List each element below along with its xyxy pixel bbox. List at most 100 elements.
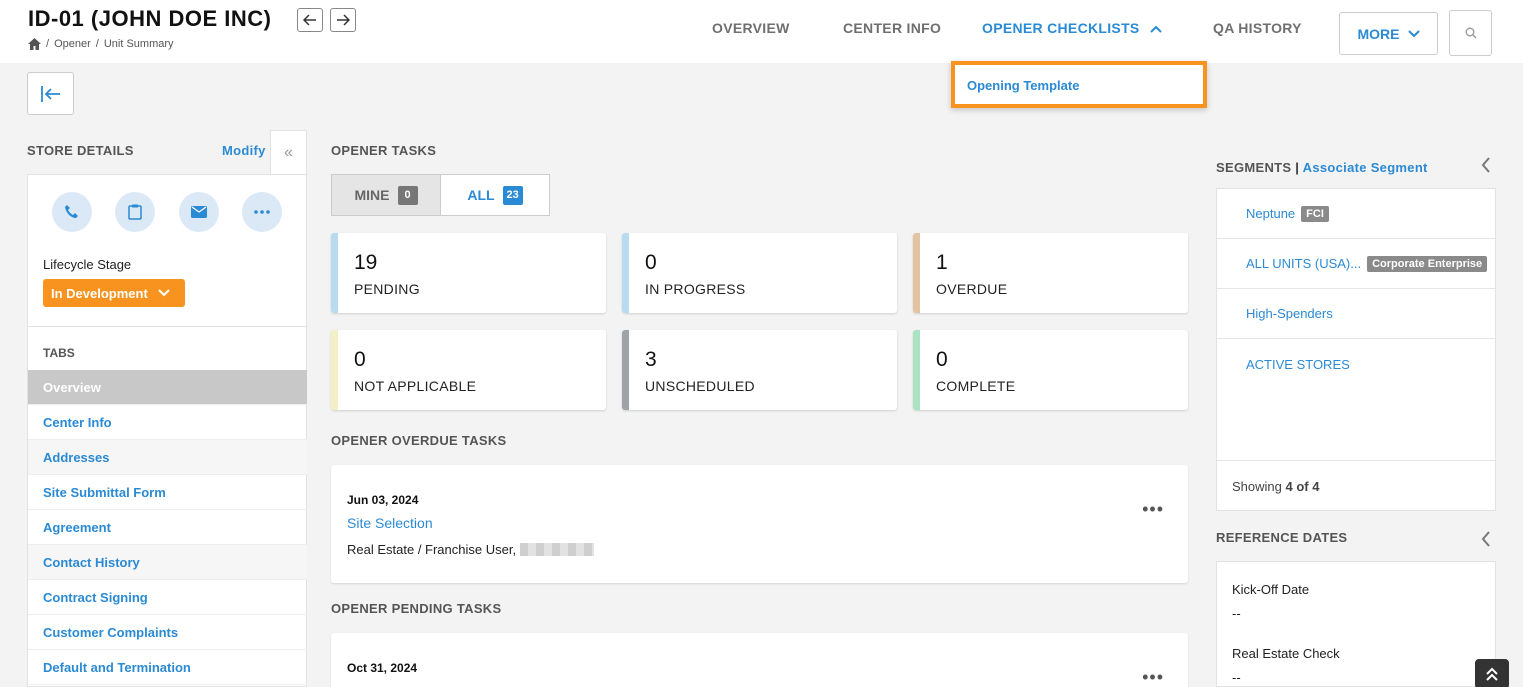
reference-date-value: -- <box>1232 606 1241 621</box>
stat-label: NOT APPLICABLE <box>354 378 477 394</box>
task-filter-toggle: MINE 0 ALL 23 <box>331 174 550 216</box>
search-icon <box>1465 27 1476 39</box>
next-record-button[interactable] <box>330 8 356 32</box>
collapse-store-details-button[interactable]: « <box>270 130 307 174</box>
lifecycle-stage-dropdown[interactable]: In Development <box>43 279 185 307</box>
stat-value: 19 <box>354 251 378 274</box>
tab-qa-history[interactable]: QA HISTORY <box>1213 20 1302 36</box>
segment-tag: Corporate Enterprise <box>1367 255 1488 272</box>
collapse-sidebar-button[interactable] <box>27 72 74 115</box>
filter-mine-label: MINE <box>354 187 390 203</box>
segments-count-value: 4 of 4 <box>1285 478 1320 494</box>
reference-dates-title: REFERENCE DATES <box>1216 530 1348 545</box>
tab-opener-checklists[interactable]: OPENER CHECKLISTS <box>982 20 1162 36</box>
stat-color-bar <box>331 330 338 410</box>
tabs-label: TABS <box>43 346 75 360</box>
segment-name-link[interactable]: Neptune <box>1246 206 1295 221</box>
opener-tasks-title: OPENER TASKS <box>331 143 437 158</box>
segment-name-link[interactable]: ALL UNITS (USA)... <box>1246 256 1361 271</box>
divider <box>28 326 306 327</box>
segment-name-link[interactable]: High-Spenders <box>1246 306 1333 321</box>
arrow-left-icon <box>303 14 316 26</box>
task-title-link[interactable]: Site Selection <box>347 515 433 531</box>
store-details-title: STORE DETAILS <box>27 143 134 158</box>
mail-icon <box>191 206 207 218</box>
collapse-segments-button[interactable] <box>1481 157 1491 178</box>
segment-row: ACTIVE STORES <box>1217 339 1495 389</box>
lifecycle-stage-label: Lifecycle Stage <box>43 257 132 272</box>
dropdown-item-opening-template[interactable]: Opening Template <box>967 78 1079 93</box>
sidebar-item-contact-history[interactable]: Contact History <box>28 545 307 580</box>
stat-card-not-applicable[interactable]: 0 NOT APPLICABLE <box>331 330 606 410</box>
modify-link[interactable]: Modify <box>222 143 266 158</box>
sidebar-item-agreement[interactable]: Agreement <box>28 510 307 545</box>
call-button[interactable] <box>52 192 92 232</box>
clipboard-icon <box>128 204 142 220</box>
sidebar-item-customer-complaints[interactable]: Customer Complaints <box>28 615 307 650</box>
scroll-to-top-button[interactable] <box>1475 659 1509 687</box>
segment-row: Neptune FCI <box>1217 189 1495 239</box>
reference-date-value: -- <box>1232 670 1241 685</box>
sidebar-item-addresses[interactable]: Addresses <box>28 440 307 475</box>
stat-label: PENDING <box>354 281 420 297</box>
stat-card-overdue[interactable]: 1 OVERDUE <box>913 233 1188 313</box>
page-title: ID-01 (JOHN DOE INC) <box>28 6 272 31</box>
chevron-left-icon <box>1481 531 1490 547</box>
sidebar-item-site-submittal-form[interactable]: Site Submittal Form <box>28 475 307 510</box>
tab-opener-checklists-label: OPENER CHECKLISTS <box>982 20 1140 36</box>
chevron-down-icon <box>158 289 170 297</box>
segment-tag: FCI <box>1301 205 1329 222</box>
filter-mine-button[interactable]: MINE 0 <box>332 175 441 215</box>
segments-count-prefix: Showing <box>1232 478 1282 494</box>
task-options-icon[interactable]: ••• <box>1142 499 1164 520</box>
collapse-reference-dates-button[interactable] <box>1481 531 1491 552</box>
stat-value: 0 <box>645 251 657 274</box>
search-button[interactable] <box>1449 10 1492 56</box>
task-options-icon[interactable]: ••• <box>1142 667 1164 687</box>
breadcrumb-opener[interactable]: Opener <box>54 38 91 50</box>
sidebar-item-center-info[interactable]: Center Info <box>28 405 307 440</box>
pending-tasks-title: OPENER PENDING TASKS <box>331 601 502 616</box>
sidebar-item-overview[interactable]: Overview <box>28 370 307 405</box>
arrow-right-icon <box>337 14 350 26</box>
stat-card-unscheduled[interactable]: 3 UNSCHEDULED <box>622 330 897 410</box>
stat-label: OVERDUE <box>936 281 1008 297</box>
home-icon[interactable] <box>28 38 41 50</box>
double-chevron-up-icon <box>1486 667 1498 681</box>
sidebar-item-contract-signing[interactable]: Contract Signing <box>28 580 307 615</box>
segment-name-link[interactable]: ACTIVE STORES <box>1246 357 1350 372</box>
previous-record-button[interactable] <box>297 8 323 32</box>
tab-center-info[interactable]: CENTER INFO <box>843 20 941 36</box>
more-button[interactable]: MORE <box>1339 12 1438 55</box>
redacted-name <box>520 543 595 556</box>
overdue-task-card: Jun 03, 2024 Site Selection Real Estate … <box>331 465 1188 583</box>
stat-label: UNSCHEDULED <box>645 378 755 394</box>
stat-card-complete[interactable]: 0 COMPLETE <box>913 330 1188 410</box>
stat-card-pending[interactable]: 19 PENDING <box>331 233 606 313</box>
more-actions-button[interactable] <box>242 192 282 232</box>
stat-label: COMPLETE <box>936 378 1016 394</box>
stat-value: 1 <box>936 251 948 274</box>
notes-button[interactable] <box>115 192 155 232</box>
collapse-left-icon <box>40 85 60 102</box>
segment-row: High-Spenders <box>1217 289 1495 339</box>
associate-segment-link[interactable]: Associate Segment <box>1303 160 1428 175</box>
segments-count: Showing 4 of 4 <box>1217 460 1495 511</box>
filter-all-button[interactable]: ALL 23 <box>441 175 549 215</box>
stat-card-in-progress[interactable]: 0 IN PROGRESS <box>622 233 897 313</box>
opener-checklists-dropdown: Opening Template <box>951 61 1207 108</box>
breadcrumb-unit-summary: Unit Summary <box>103 38 174 50</box>
mine-count-badge: 0 <box>397 185 418 205</box>
top-header: ID-01 (JOHN DOE INC) / Opener / Unit Sum… <box>0 0 1523 63</box>
sidebar-item-default-and-termination[interactable]: Default and Termination <box>28 650 307 685</box>
stat-value: 3 <box>645 348 657 371</box>
filter-all-label: ALL <box>467 187 495 203</box>
phone-icon <box>65 205 78 218</box>
stat-color-bar <box>331 233 338 313</box>
tab-overview[interactable]: OVERVIEW <box>712 20 790 36</box>
stat-color-bar <box>913 233 920 313</box>
segments-header: SEGMENTS | Associate Segment <box>1216 160 1428 175</box>
email-button[interactable] <box>179 192 219 232</box>
stat-color-bar <box>622 233 629 313</box>
pending-task-card: Oct 31, 2024 ••• <box>331 633 1188 687</box>
